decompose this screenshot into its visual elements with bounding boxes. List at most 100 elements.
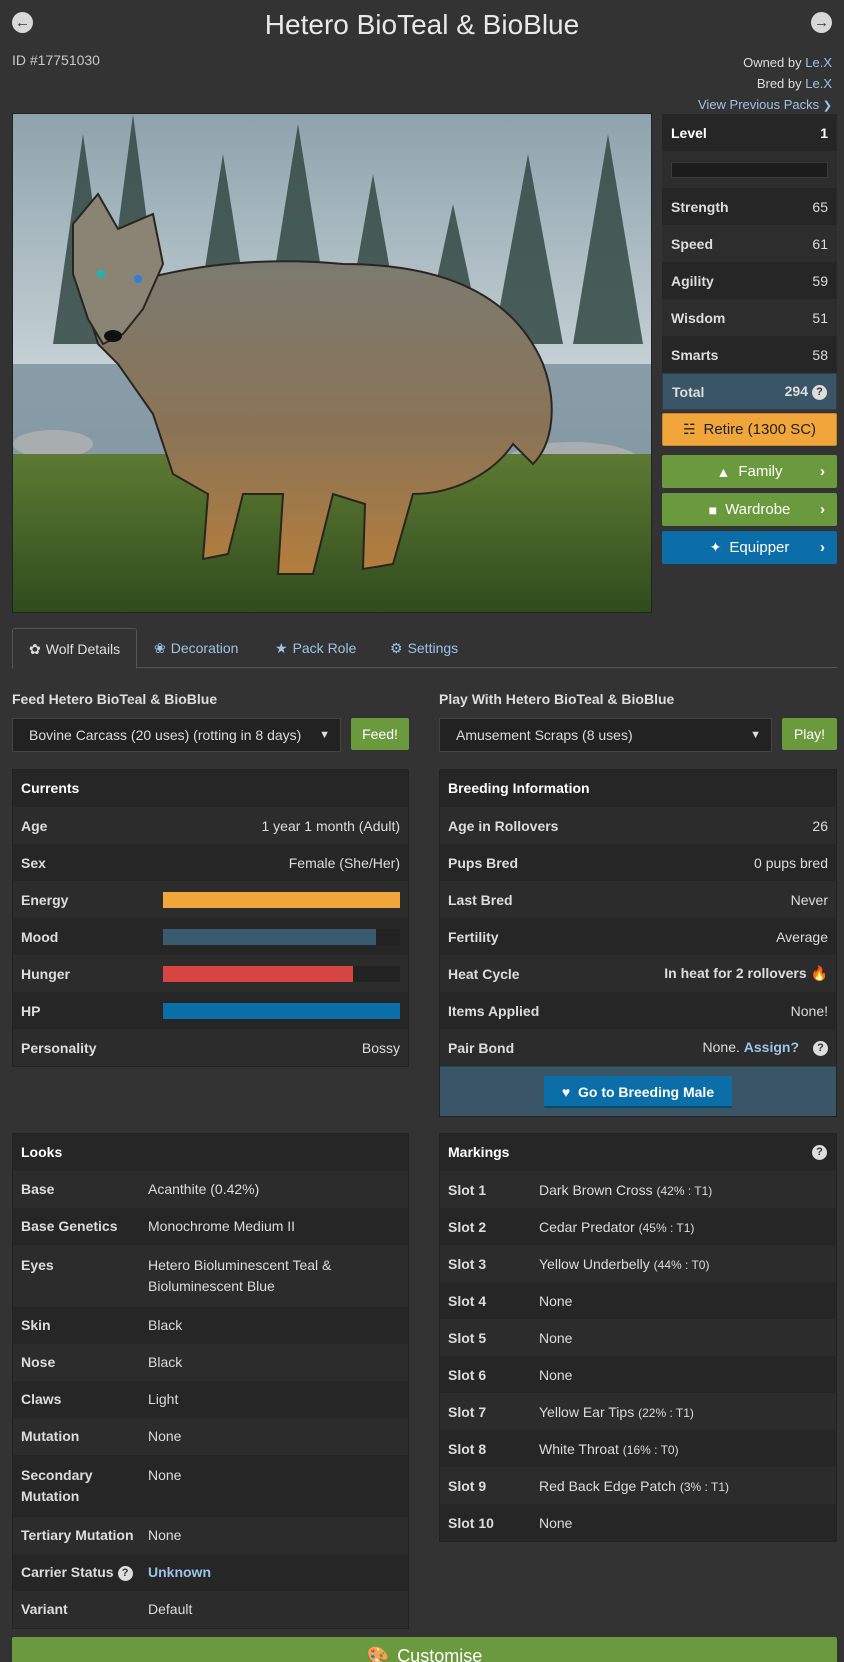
question-icon[interactable]: ?: [812, 1145, 827, 1160]
slot-label: Slot 1: [448, 1181, 487, 1198]
marking-slot-row: Slot 9 Red Back Edge Patch (3% : T1): [440, 1467, 836, 1504]
question-icon[interactable]: ?: [812, 384, 827, 400]
owned-by-label: Owned by: [743, 55, 802, 70]
play-select[interactable]: Amusement Scraps (8 uses) ▼: [439, 718, 772, 752]
looks-row: Base Acanthite (0.42%): [13, 1171, 408, 1208]
previous-packs-link[interactable]: View Previous Packs ❯: [698, 97, 832, 112]
tab-settings[interactable]: ⚙ Settings: [390, 628, 458, 668]
breeder-link[interactable]: Le.X: [805, 76, 832, 91]
marking-name: Yellow Ear Tips: [539, 1403, 635, 1420]
owner-link[interactable]: Le.X: [805, 55, 832, 70]
stats-table: Level 1 Strength 65 Speed 61 Agility 59 Wis…: [662, 114, 837, 410]
slot-label: Slot 5: [448, 1329, 487, 1346]
age-row: Age 1 year 1 month (Adult): [13, 807, 408, 844]
feed-button[interactable]: Feed!: [351, 718, 409, 750]
looks-row: Eyes Hetero Bioluminescent Teal & Biolumi…: [13, 1245, 408, 1307]
family-button[interactable]: ▲ Family ›: [662, 455, 837, 488]
stat-speed: Speed 61: [662, 225, 837, 262]
marking-slot-row: Slot 7 Yellow Ear Tips (22% : T1): [440, 1393, 836, 1430]
customise-button[interactable]: 🎨 Customise: [12, 1637, 837, 1662]
question-icon[interactable]: ?: [813, 1040, 828, 1056]
marking-name: White Throat: [539, 1440, 619, 1457]
feed-select[interactable]: Bovine Carcass (20 uses) (rotting in 8 d…: [12, 718, 341, 752]
hp-bar: [163, 1002, 400, 1019]
slot-label: Slot 6: [448, 1366, 487, 1383]
tab-decoration[interactable]: ❀ Decoration: [154, 628, 238, 668]
energy-row: Energy: [13, 881, 408, 918]
equipper-button[interactable]: ✦ Equipper ›: [662, 531, 837, 564]
slot-label: Slot 3: [448, 1255, 487, 1272]
retire-button[interactable]: ☵ Retire (1300 SC): [662, 413, 837, 446]
hp-row: HP: [13, 992, 408, 1029]
level-row: Level 1: [662, 114, 837, 151]
go-to-breeding-male-button[interactable]: ♥ Go to Breeding Male: [543, 1075, 733, 1108]
marking-name: Red Back Edge Patch: [539, 1477, 676, 1494]
wolf-id: ID #17751030: [12, 52, 100, 68]
marking-percent: (42% : T1): [656, 1183, 713, 1198]
level-label: Level: [671, 124, 707, 141]
play-label: Play With Hetero BioTeal & BioBlue: [439, 691, 675, 707]
currents-title: Currents: [13, 770, 408, 807]
arrow-right-icon[interactable]: →: [811, 12, 832, 33]
pair-bond-row: Pair Bond None. Assign??: [440, 1029, 836, 1066]
sex-row: Sex Female (She/Her): [13, 844, 408, 881]
carrier-status-row: Carrier Status? Unknown: [13, 1554, 408, 1591]
slot-label: Slot 9: [448, 1477, 487, 1494]
tab-wolf-details[interactable]: ✿ Wolf Details: [12, 628, 138, 669]
variant-row: Variant Default: [13, 1591, 408, 1628]
breeding-row: Fertility Average: [440, 918, 836, 955]
stat-total: Total 294?: [662, 373, 837, 410]
assign-link[interactable]: Assign?: [744, 1039, 799, 1055]
stat-smarts: Smarts 58: [662, 336, 837, 373]
marking-name: None: [539, 1366, 573, 1383]
tab-bar: ✿ Wolf Details ❀ Decoration ★ Pack Role ⚙ Se…: [12, 628, 837, 669]
owner-info: Owned by Le.X Bred by Le.X View Previous…: [698, 52, 832, 117]
stat-agility: Agility 59: [662, 262, 837, 299]
marking-name: None: [539, 1514, 573, 1531]
page-header: ← Hetero BioTeal & BioBlue →: [12, 8, 832, 42]
play-button[interactable]: Play!: [782, 718, 837, 750]
chevron-right-icon: ›: [820, 501, 825, 518]
chevron-right-icon: ❯: [822, 100, 832, 112]
breeding-panel: Breeding Information Age in Rollovers 26 …: [439, 769, 837, 1117]
wardrobe-button[interactable]: ■ Wardrobe ›: [662, 493, 837, 526]
palette-icon: 🎨: [366, 1646, 390, 1662]
marking-percent: (16% : T0): [622, 1442, 679, 1457]
carrier-status-link[interactable]: Unknown: [148, 1562, 211, 1583]
heart-icon: ♥: [561, 1083, 571, 1100]
chevron-down-icon: ▼: [750, 729, 761, 741]
stat-strength: Strength 65: [662, 188, 837, 225]
looks-row: Mutation None: [13, 1418, 408, 1455]
sparkle-icon: ✦: [709, 539, 722, 555]
looks-row: Secondary Mutation None: [13, 1455, 408, 1517]
leaf-icon: ❀: [154, 640, 166, 656]
slot-label: Slot 8: [448, 1440, 487, 1457]
bred-by-label: Bred by: [756, 76, 802, 91]
chevron-right-icon: ›: [820, 463, 825, 480]
hunger-bar: [163, 965, 400, 982]
marking-name: Yellow Underbelly: [539, 1255, 650, 1272]
items-applied-row: Items Applied None!: [440, 992, 836, 1029]
looks-row: Claws Light: [13, 1381, 408, 1418]
paw-icon: ✿: [29, 641, 41, 657]
star-icon: ★: [275, 640, 288, 656]
slot-label: Slot 10: [448, 1514, 494, 1531]
looks-row: Skin Black: [13, 1307, 408, 1344]
chevron-down-icon: ▼: [319, 729, 330, 741]
currents-panel: Currents Age 1 year 1 month (Adult) Sex Fe…: [12, 769, 409, 1067]
tab-pack-role[interactable]: ★ Pack Role: [275, 628, 356, 668]
hunger-row: Hunger: [13, 955, 408, 992]
breeding-title: Breeding Information: [440, 770, 836, 807]
xp-progress-bar: [671, 161, 828, 178]
marking-slot-row: Slot 1 Dark Brown Cross (42% : T1): [440, 1171, 836, 1208]
question-icon[interactable]: ?: [117, 1565, 133, 1581]
breeding-button-row: ♥ Go to Breeding Male: [440, 1066, 836, 1116]
stat-wisdom: Wisdom 51: [662, 299, 837, 336]
level-value: 1: [820, 124, 828, 141]
flame-icon: 🔥: [810, 965, 828, 981]
looks-panel: Looks Base Acanthite (0.42%) Base Genetic…: [12, 1133, 409, 1629]
marking-percent: (45% : T1): [638, 1220, 695, 1235]
tree-icon: ▲: [716, 463, 731, 480]
marking-percent: (44% : T0): [653, 1257, 710, 1272]
marking-name: None: [539, 1292, 573, 1309]
